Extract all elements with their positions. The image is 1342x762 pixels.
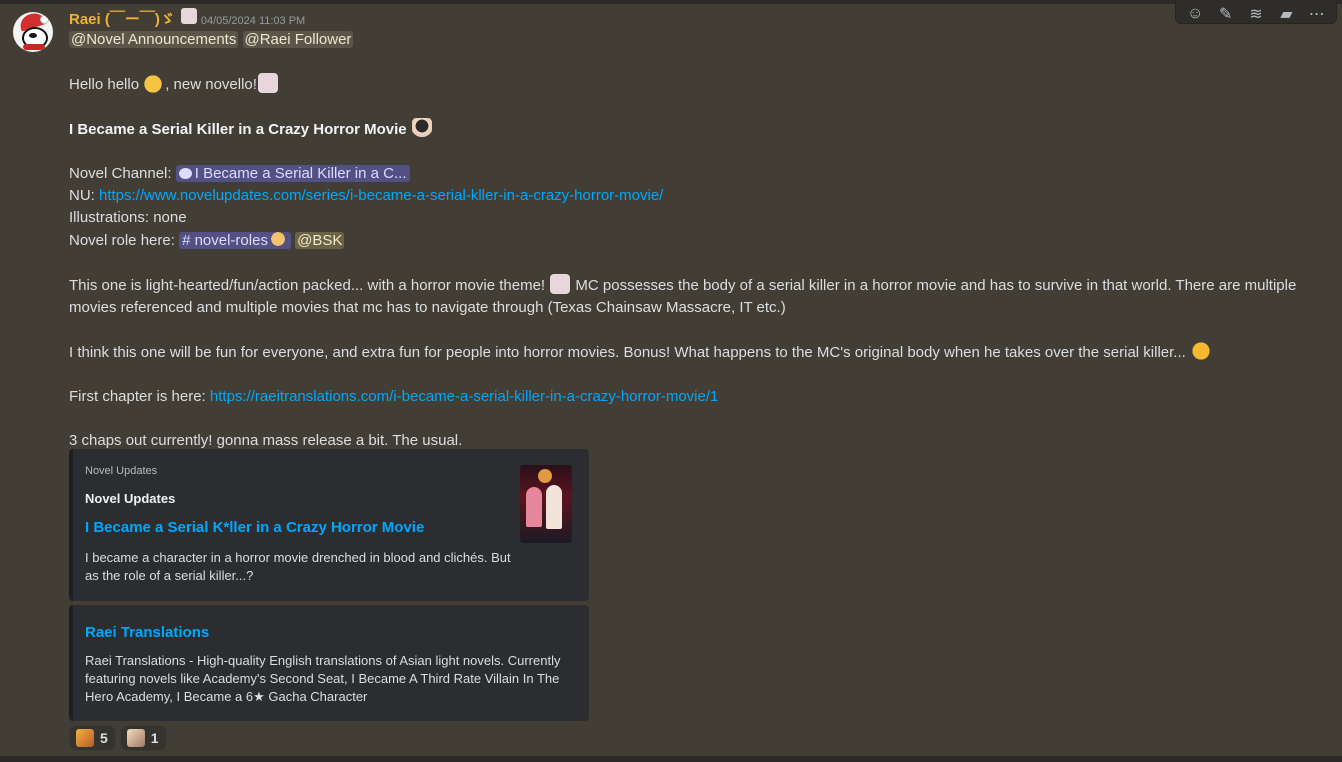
greeting-line: Hello hello , new novello! bbox=[69, 73, 1319, 96]
masked-killer-emoji-icon bbox=[411, 118, 432, 138]
role-mention-novel-announcements[interactable]: @Novel Announcements bbox=[69, 31, 239, 48]
message-toolbar: ☺ ✎ ≋ ▰ ⋯ bbox=[1175, 0, 1337, 24]
avatar-scarf-shape bbox=[23, 44, 45, 50]
reaction-count: 1 bbox=[150, 730, 159, 746]
waving-hand-icon bbox=[144, 73, 165, 93]
embed-description: Raei Translations - High-quality English… bbox=[85, 653, 561, 704]
embed-title-link[interactable]: I Became a Serial K*ller in a Crazy Horr… bbox=[85, 519, 424, 536]
embed-provider: Novel Updates bbox=[85, 465, 158, 477]
novel-roles-channel-link[interactable]: # novel-roles bbox=[179, 229, 291, 249]
reaction-button[interactable]: 5 bbox=[69, 725, 116, 751]
illustrations-line: Illustrations: none bbox=[69, 209, 187, 226]
avatar-nose-shape bbox=[29, 33, 37, 38]
avatar[interactable] bbox=[13, 12, 53, 52]
announce-icon[interactable]: ▰ bbox=[1275, 3, 1297, 25]
paragraph-2-text: I think this one will be fun for everyon… bbox=[69, 344, 1186, 361]
paragraph-2: I think this one will be fun for everyon… bbox=[69, 341, 1319, 364]
embed-thumbnail[interactable] bbox=[520, 465, 572, 543]
paragraph-1: This one is light-hearted/fun/action pac… bbox=[69, 274, 1319, 319]
threads-icon[interactable]: ≋ bbox=[1245, 3, 1267, 25]
novelupdates-embed: Novel Updates Novel Updates I Became a S… bbox=[69, 449, 589, 601]
custom-emoji-icon bbox=[126, 729, 145, 747]
nu-label: NU: bbox=[69, 187, 99, 204]
nu-line: NU: https://www.novelupdates.com/series/… bbox=[69, 185, 1319, 207]
raei-translations-embed: Raei Translations Raei Translations - Hi… bbox=[69, 605, 589, 721]
message-content: @Novel Announcements @Raei Follower Hell… bbox=[69, 29, 1319, 452]
first-chapter-label: First chapter is here: bbox=[69, 388, 210, 405]
thumbnail-figure-shape bbox=[526, 487, 542, 527]
embed-title-link[interactable]: Raei Translations bbox=[85, 624, 209, 641]
channel-label: Novel Channel: bbox=[69, 165, 176, 182]
user-emote-icon bbox=[180, 8, 197, 24]
anime-girl-emoji-icon bbox=[257, 73, 278, 93]
role-mention-raei-follower[interactable]: @Raei Follower bbox=[242, 31, 354, 48]
reactions: 5 1 bbox=[69, 725, 167, 751]
role-mention-bsk[interactable]: @BSK bbox=[295, 232, 345, 249]
username[interactable]: Raei (￣ー￣)ゞ bbox=[69, 8, 175, 29]
embed-description: I became a character in a horror movie d… bbox=[85, 550, 511, 583]
greeting-text-2: , new novello! bbox=[165, 76, 257, 93]
anime-emoji-icon bbox=[550, 274, 571, 294]
channel-line: Novel Channel: I Became a Serial Killer … bbox=[69, 163, 1319, 185]
pray-icon bbox=[268, 229, 287, 249]
novel-channel-name: I Became a Serial Killer in a C... bbox=[194, 165, 407, 182]
thumbnail-glow-shape bbox=[538, 469, 552, 483]
thinking-face-icon bbox=[1190, 341, 1211, 361]
custom-emoji-icon bbox=[76, 729, 94, 747]
novel-roles-channel-name: # novel-roles bbox=[182, 232, 268, 249]
embed-author: Novel Updates bbox=[85, 491, 176, 506]
bottom-divider bbox=[0, 756, 1342, 762]
more-icon[interactable]: ⋯ bbox=[1306, 3, 1328, 25]
role-label: Novel role here: bbox=[69, 232, 180, 249]
paragraph-1-text-a: This one is light-hearted/fun/action pac… bbox=[69, 277, 546, 294]
thread-bubble-icon bbox=[178, 168, 192, 179]
title-line: I Became a Serial Killer in a Crazy Horr… bbox=[69, 118, 1319, 141]
mentions-line: @Novel Announcements @Raei Follower bbox=[69, 29, 1319, 51]
reaction-count: 5 bbox=[100, 730, 108, 746]
role-line: Novel role here: # novel-roles @BSK bbox=[69, 229, 1319, 252]
message-header: Raei (￣ー￣)ゞ 04/05/2024 11:03 PM bbox=[69, 8, 305, 30]
novel-title: I Became a Serial Killer in a Crazy Horr… bbox=[69, 121, 407, 138]
santa-hat-ball-shape bbox=[40, 15, 49, 24]
novelupdates-link[interactable]: https://www.novelupdates.com/series/i-be… bbox=[99, 187, 663, 204]
message: ☺ ✎ ≋ ▰ ⋯ Raei (￣ー￣)ゞ 04/05/2024 11:03 P… bbox=[0, 0, 1342, 756]
reaction-button[interactable]: 1 bbox=[119, 725, 167, 751]
first-chapter-link[interactable]: https://raeitranslations.com/i-became-a-… bbox=[210, 388, 718, 405]
first-chapter-line: First chapter is here: https://raeitrans… bbox=[69, 386, 1319, 408]
greeting-text: Hello hello bbox=[69, 76, 140, 93]
thumbnail-figure-shape bbox=[546, 485, 562, 529]
timestamp[interactable]: 04/05/2024 11:03 PM bbox=[201, 15, 305, 27]
edit-icon[interactable]: ✎ bbox=[1215, 3, 1237, 25]
add-reaction-icon[interactable]: ☺ bbox=[1184, 3, 1206, 25]
novel-channel-link[interactable]: I Became a Serial Killer in a C... bbox=[175, 165, 410, 182]
